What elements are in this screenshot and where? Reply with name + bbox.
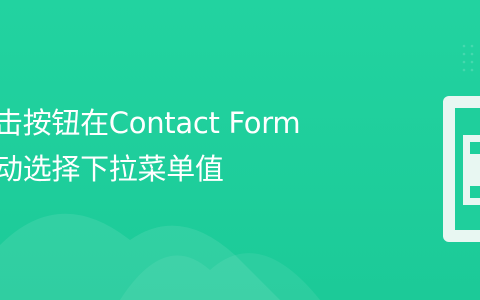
device-frame-icon bbox=[443, 96, 480, 242]
headline-line-2: 动选择下拉菜单值 bbox=[0, 152, 224, 186]
hero-banner: 击按钮在Contact Form 动选择下拉菜单值 bbox=[0, 0, 480, 300]
mountain-shape bbox=[0, 213, 320, 300]
grid-dots bbox=[462, 44, 474, 72]
headline-line-1: 击按钮在Contact Form bbox=[0, 106, 301, 140]
banner-headline: 击按钮在Contact Form 动选择下拉菜单值 bbox=[0, 100, 301, 192]
